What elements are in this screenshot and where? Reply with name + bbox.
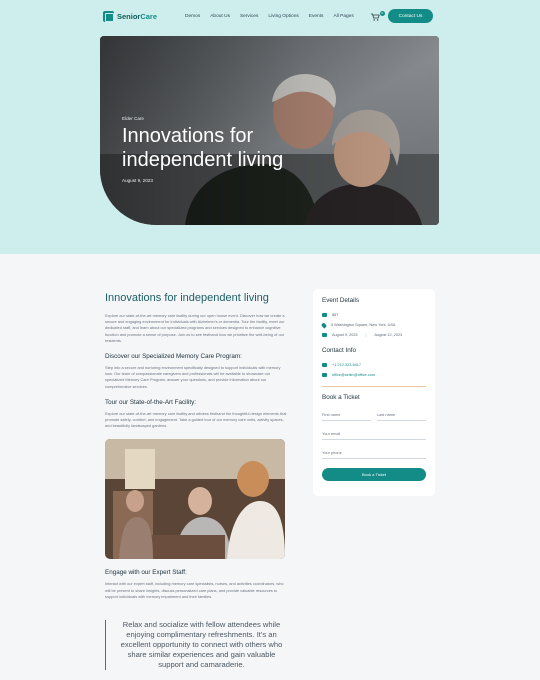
quote-text: Relax and socialize with fellow attendee…: [120, 620, 283, 669]
article-intro: Explore our state-of-the-art memory care…: [105, 313, 285, 343]
phone-icon: [322, 363, 327, 367]
logo-icon: [103, 11, 114, 22]
first-name-field[interactable]: First name: [322, 407, 371, 421]
cart-count-badge: 0: [379, 10, 385, 16]
contact-us-button[interactable]: Contact Us: [388, 9, 433, 23]
event-sidebar: Event Details $57 5 Washington Square, N…: [313, 289, 435, 496]
top-nav: SeniorCare Demos About Us Services Livin…: [103, 9, 433, 24]
email-row: office@seller@office.com: [322, 370, 426, 380]
menu-item-services[interactable]: Services: [235, 14, 263, 19]
section-text-staff: Interact with our expert staff, includin…: [105, 581, 284, 599]
menu-item-all-pages[interactable]: All Pages: [328, 14, 358, 19]
phone-row: +1 212-323-8417: [322, 360, 426, 370]
book-ticket-button[interactable]: Book a Ticket: [322, 468, 426, 481]
logo-text: SeniorCare: [117, 12, 158, 21]
article-title: Innovations for independent living: [105, 292, 269, 304]
name-fields: First name Last name: [322, 407, 426, 426]
menu-item-about[interactable]: About Us: [205, 14, 235, 19]
quote-block: Relax and socialize with fellow attendee…: [105, 620, 287, 670]
sidebar-divider: [322, 386, 426, 387]
price-row: $57: [322, 310, 426, 320]
section-heading-staff: Engage with our Expert Staff:: [105, 569, 187, 577]
menu-item-events[interactable]: Events: [304, 14, 329, 19]
mail-icon: [322, 373, 327, 377]
price-value: $57: [332, 313, 339, 317]
last-name-field[interactable]: Last name: [377, 407, 426, 421]
article-body: Innovations for independent living Explo…: [105, 292, 287, 600]
hero-banner: Elder Care Innovations for independent l…: [100, 36, 439, 225]
section-text-memory-care: Step into a secure and nurturing environ…: [105, 365, 281, 389]
date-separator: |: [365, 333, 367, 337]
hero-title: Innovations for independent living: [122, 125, 284, 171]
date-row: August 9, 2023 | August 12, 2023: [322, 330, 426, 340]
main-menu: Demos About Us Services Living Options E…: [180, 14, 359, 19]
logo[interactable]: SeniorCare: [103, 11, 157, 22]
event-details-title: Event Details: [322, 297, 360, 304]
contact-info-title: Contact Info: [322, 347, 356, 354]
phone-link[interactable]: +1 212-323-8417: [332, 363, 361, 367]
hero-category[interactable]: Elder Care: [122, 116, 144, 121]
email-link[interactable]: office@seller@office.com: [332, 373, 375, 377]
article-photo: [105, 439, 285, 560]
section-text-tour: Explore our state-of-the-art memory care…: [105, 410, 287, 429]
address-row: 5 Washington Square, New York, USA: [320, 320, 426, 330]
phone-field[interactable]: Your phone: [322, 445, 426, 459]
address-value: 5 Washington Square, New York, USA: [331, 323, 396, 327]
menu-item-demos[interactable]: Demos: [180, 14, 205, 19]
location-pin-icon: [320, 321, 328, 329]
section-heading-tour: Tour our State-of-the-Art Facility:: [105, 398, 196, 406]
ticket-icon: [322, 313, 327, 317]
menu-item-living-options[interactable]: Living Options: [263, 14, 303, 19]
section-heading-memory-care: Discover our Specialized Memory Care Pro…: [105, 353, 242, 361]
email-field[interactable]: Your email: [322, 426, 426, 440]
date-end: August 12, 2023: [374, 333, 403, 337]
book-ticket-title: Book a Ticket: [322, 394, 360, 401]
calendar-icon: [322, 333, 327, 337]
date-start: August 9, 2023: [332, 333, 358, 337]
hero-date: August 9, 2023: [122, 178, 153, 183]
cart-icon[interactable]: 0: [370, 10, 385, 21]
